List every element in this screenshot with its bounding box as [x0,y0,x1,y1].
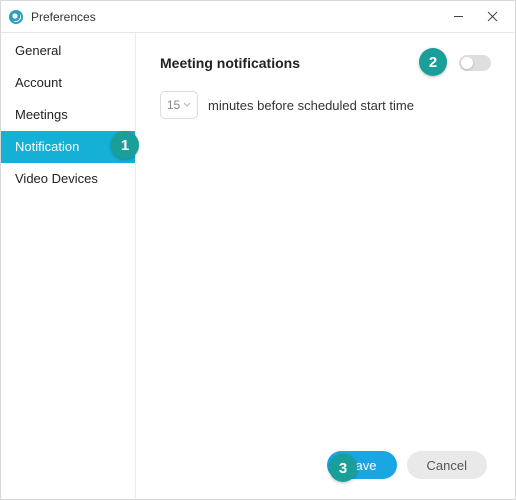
main-panel: Meeting notifications 15 minutes before … [136,33,515,499]
notifications-toggle[interactable] [459,55,491,71]
minutes-label: minutes before scheduled start time [208,98,414,113]
minimize-icon [453,11,464,22]
sidebar-item-label: Video Devices [15,171,98,186]
sidebar-item-label: Meetings [15,107,68,122]
minutes-value: 15 [167,98,180,112]
window-title: Preferences [31,10,441,24]
sidebar-item-label: Notification [15,139,79,154]
sidebar-item-meetings[interactable]: Meetings [1,99,135,131]
sidebar-item-video-devices[interactable]: Video Devices [1,163,135,195]
close-button[interactable] [475,3,509,31]
minutes-row: 15 minutes before scheduled start time [160,91,491,119]
close-icon [487,11,498,22]
annotation-badge-label: 1 [121,137,129,154]
annotation-badge-1: 1 [111,131,139,159]
footer: Save Cancel [160,451,491,483]
sidebar-item-general[interactable]: General [1,35,135,67]
minutes-select[interactable]: 15 [160,91,198,119]
sidebar-item-label: General [15,43,61,58]
annotation-badge-2: 2 [419,48,447,76]
section-title: Meeting notifications [160,55,300,71]
sidebar-item-label: Account [15,75,62,90]
sidebar-item-account[interactable]: Account [1,67,135,99]
app-icon [9,10,23,24]
titlebar: Preferences [1,1,515,33]
annotation-badge-label: 3 [339,460,347,477]
minimize-button[interactable] [441,3,475,31]
cancel-button[interactable]: Cancel [407,451,487,479]
cancel-button-label: Cancel [427,458,467,473]
sidebar: General Account Meetings Notification Vi… [1,33,136,499]
annotation-badge-label: 2 [429,54,437,71]
content: General Account Meetings Notification Vi… [1,33,515,499]
chevron-down-icon [183,98,191,112]
annotation-badge-3: 3 [329,454,357,482]
